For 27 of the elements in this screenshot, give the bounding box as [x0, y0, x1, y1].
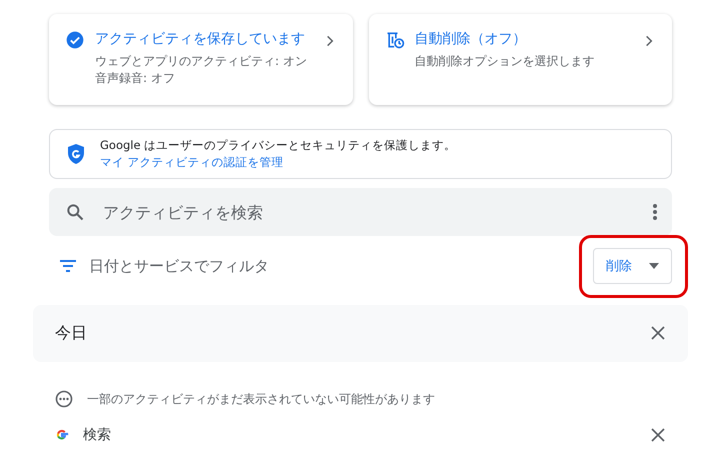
filter-icon [59, 259, 77, 273]
search-field[interactable]: アクティビティを検索 [101, 202, 636, 222]
day-title: 今日 [55, 322, 87, 344]
card-status: 自動削除オプションを選択します [414, 53, 596, 70]
checkmark-circle-icon [65, 30, 85, 50]
more-horizontal-circle-icon [55, 390, 73, 408]
shield-icon [66, 143, 86, 165]
card-title: アクティビティを保存しています [95, 30, 306, 48]
close-button[interactable] [650, 325, 666, 342]
search-bar[interactable]: アクティビティを検索 [49, 188, 672, 236]
g-logo-icon [55, 428, 69, 442]
more-vertical-icon[interactable] [652, 203, 658, 221]
trash-clock-icon [384, 30, 404, 50]
card-status: ウェブとアプリのアクティビティ: オン [95, 53, 308, 70]
delete-dropdown-button[interactable]: 削除 [593, 248, 672, 284]
activity-label: 検索 [83, 426, 112, 444]
privacy-text: Google はユーザーのプライバシーとセキュリティを保護します。 [100, 138, 456, 153]
manage-verification-link[interactable]: マイ アクティビティの認証を管理 [100, 155, 456, 170]
notice-text: 一部のアクティビティがまだ表示されていない可能性があります [87, 390, 435, 408]
settings-card[interactable]: アクティビティを保存しています ウェブとアプリのアクティビティ: オン 音声録音: オフ [49, 14, 352, 105]
card-title: 自動削除（オフ） [414, 30, 528, 48]
delete-item-button[interactable] [650, 427, 666, 444]
caret-icon [649, 263, 659, 269]
search-icon [65, 202, 85, 222]
card-status: 音声録音: オフ [95, 70, 176, 87]
settings-card[interactable]: 自動削除（オフ） 自動削除オプションを選択します [368, 14, 672, 105]
filter-button[interactable]: 日付とサービスでフィルタ [59, 256, 269, 276]
